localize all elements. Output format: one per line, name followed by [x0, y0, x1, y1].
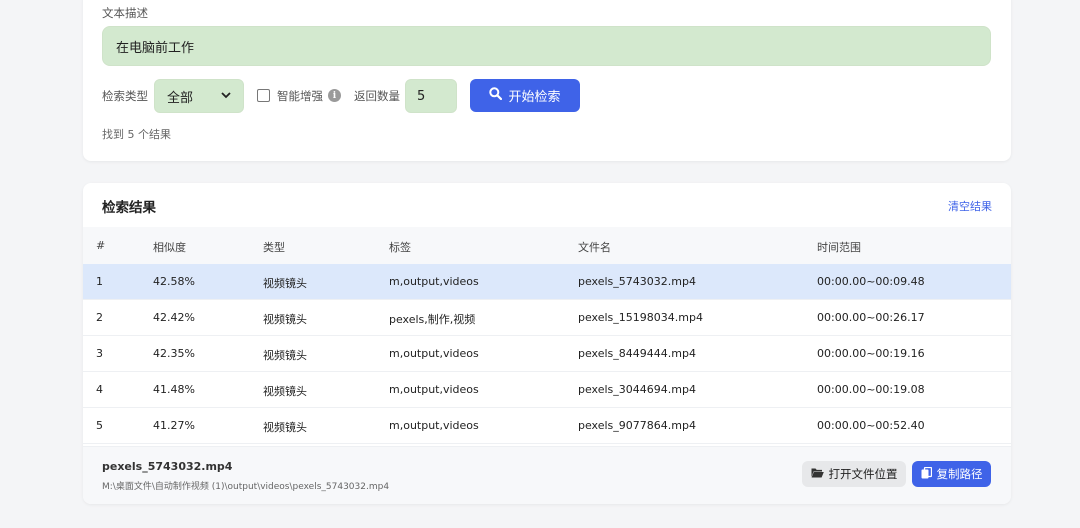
search-icon: [489, 87, 503, 104]
column-header-time-range: 时间范围: [817, 241, 861, 254]
row-tags: m,output,videos: [389, 419, 479, 432]
search-controls-row: 检索类型 全部 智能增强 i 返回数量 5 开始检索: [102, 79, 991, 113]
clear-results-link[interactable]: 清空结果: [948, 198, 992, 214]
column-header-type: 类型: [263, 241, 285, 254]
row-time-range: 00:00.00~00:52.40: [817, 419, 925, 432]
column-header-similarity: 相似度: [153, 241, 186, 254]
selected-file-footer: pexels_5743032.mp4 M:\桌面文件\自动制作视频 (1)\ou…: [83, 446, 1011, 504]
result-count-status: 找到 5 个结果: [102, 128, 171, 141]
search-type-value: 全部: [167, 90, 194, 106]
text-description-input[interactable]: 在电脑前工作: [102, 26, 991, 66]
row-filename: pexels_8449444.mp4: [578, 347, 696, 360]
row-type: 视频镜头: [263, 277, 307, 290]
start-search-label: 开始检索: [508, 90, 561, 105]
row-similarity: 42.35%: [153, 347, 195, 360]
results-title: 检索结果: [102, 200, 156, 216]
row-similarity: 41.27%: [153, 419, 195, 432]
row-time-range: 00:00.00~00:19.08: [817, 383, 925, 396]
copy-path-button[interactable]: 复制路径: [912, 461, 991, 487]
result-count-label: 返回数量: [354, 89, 400, 103]
column-header-index: #: [96, 239, 106, 252]
table-row[interactable]: 3 42.35% 视频镜头 m,output,videos pexels_844…: [83, 336, 1011, 372]
row-index: 3: [96, 347, 103, 360]
table-row[interactable]: 4 41.48% 视频镜头 m,output,videos pexels_304…: [83, 372, 1011, 408]
row-tags: m,output,videos: [389, 275, 479, 288]
table-row[interactable]: 2 42.42% 视频镜头 pexels,制作,视频 pexels_151980…: [83, 300, 1011, 336]
row-index: 1: [96, 275, 103, 288]
row-type: 视频镜头: [263, 421, 307, 434]
row-type: 视频镜头: [263, 349, 307, 362]
row-similarity: 42.42%: [153, 311, 195, 324]
row-index: 4: [96, 383, 103, 396]
table-row[interactable]: 5 41.27% 视频镜头 m,output,videos pexels_907…: [83, 408, 1011, 444]
row-time-range: 00:00.00~00:09.48: [817, 275, 925, 288]
column-header-filename: 文件名: [578, 241, 611, 254]
start-search-button[interactable]: 开始检索: [470, 79, 580, 112]
search-type-label: 检索类型: [102, 89, 148, 103]
row-time-range: 00:00.00~00:19.16: [817, 347, 925, 360]
column-header-tags: 标签: [389, 241, 411, 254]
results-panel: 检索结果 清空结果 # 相似度 类型 标签 文件名 时间范围 1 42.58% …: [83, 183, 1011, 504]
text-description-label: 文本描述: [102, 6, 148, 20]
search-panel: 文本描述 在电脑前工作 检索类型 全部 智能增强 i 返回数量 5 开始检索 找…: [83, 0, 1011, 161]
row-time-range: 00:00.00~00:26.17: [817, 311, 925, 324]
row-tags: m,output,videos: [389, 347, 479, 360]
folder-open-icon: [811, 467, 824, 481]
chevron-down-icon: [221, 91, 231, 102]
row-tags: pexels,制作,视频: [389, 313, 476, 326]
copy-icon: [921, 466, 932, 482]
table-header: # 相似度 类型 标签 文件名 时间范围: [83, 227, 1011, 264]
row-index: 5: [96, 419, 103, 432]
row-filename: pexels_15198034.mp4: [578, 311, 703, 324]
row-similarity: 42.58%: [153, 275, 195, 288]
info-icon[interactable]: i: [328, 89, 341, 102]
open-file-location-button[interactable]: 打开文件位置: [802, 461, 906, 487]
search-type-select[interactable]: 全部: [154, 79, 244, 113]
row-similarity: 41.48%: [153, 383, 195, 396]
row-filename: pexels_3044694.mp4: [578, 383, 696, 396]
table-row[interactable]: 1 42.58% 视频镜头 m,output,videos pexels_574…: [83, 264, 1011, 300]
copy-path-label: 复制路径: [936, 467, 983, 481]
open-file-location-label: 打开文件位置: [828, 467, 898, 481]
row-filename: pexels_5743032.mp4: [578, 275, 696, 288]
selected-file-path: M:\桌面文件\自动制作视频 (1)\output\videos\pexels_…: [102, 482, 390, 492]
row-index: 2: [96, 311, 103, 324]
result-count-input[interactable]: 5: [405, 79, 457, 113]
row-type: 视频镜头: [263, 313, 307, 326]
row-tags: m,output,videos: [389, 383, 479, 396]
row-type: 视频镜头: [263, 385, 307, 398]
row-filename: pexels_9077864.mp4: [578, 419, 696, 432]
smart-enhance-label: 智能增强: [277, 89, 323, 103]
selected-file-name: pexels_5743032.mp4: [102, 460, 233, 473]
smart-enhance-checkbox[interactable]: [257, 89, 270, 102]
